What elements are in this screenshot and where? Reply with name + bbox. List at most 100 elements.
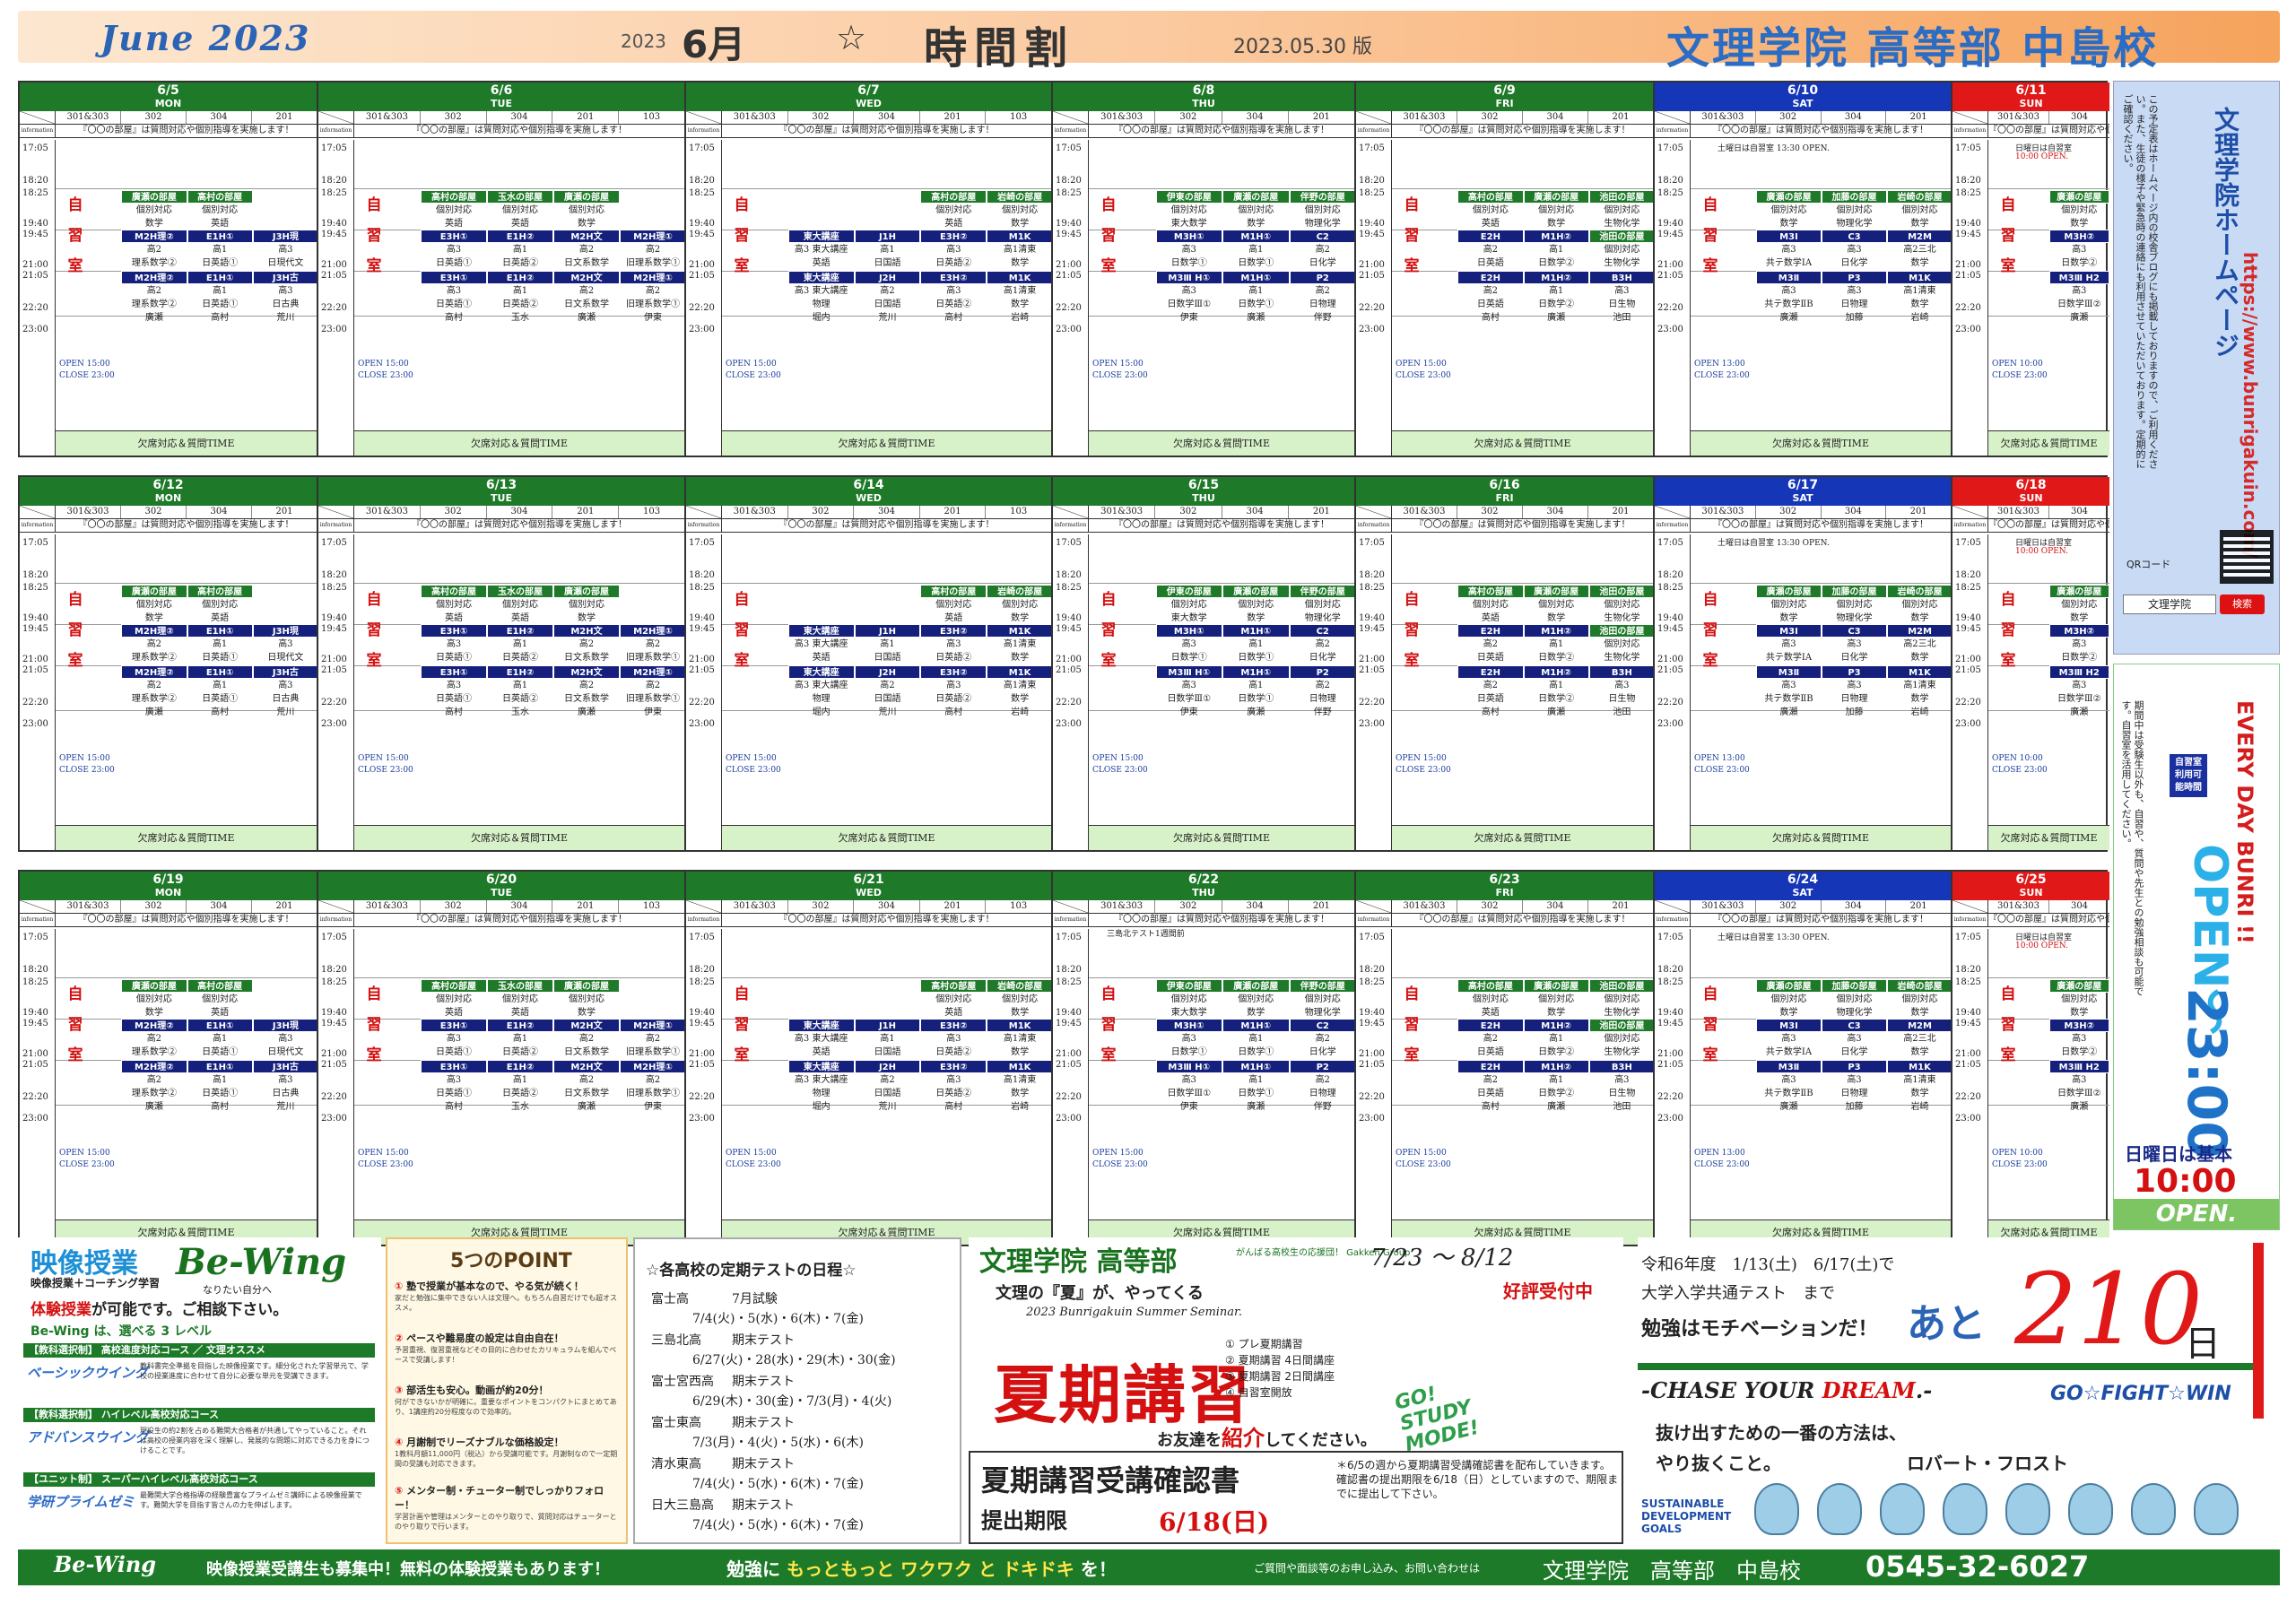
class-line: 英語 (1481, 613, 1500, 623)
class-line: 日数学Ⅲ① (1167, 694, 1212, 704)
corner-cell (1952, 900, 1988, 913)
grid-line (1392, 583, 1653, 584)
day-header: 6/13 TUE (318, 477, 684, 506)
room-label: 103 (643, 507, 661, 516)
class-line: 日物理 (1840, 694, 1868, 704)
countdown-panel: 令和6年度 1/13(土) 6/17(土)で 大学入学共通テスト まで 勉強はモ… (1638, 1237, 2280, 1544)
time-label: 23:00 (689, 325, 715, 334)
room-label: 304 (854, 506, 920, 518)
class-line: 日数学Ⅲ① (1167, 1089, 1212, 1098)
class-header: M2H理① (620, 1060, 684, 1073)
class-line: 英語 (1481, 219, 1500, 229)
class-line: 高1 (1248, 245, 1264, 255)
class-cell: M3Ⅲ H2 高3 日数学Ⅲ② 廣瀬 (2048, 1060, 2109, 1114)
time-column: 17:05 18:20 18:25 19:40 19:45 21:00 21:05 22:20… (1655, 140, 1691, 456)
grid-line (56, 583, 317, 584)
class-line: 玉水 (511, 1102, 529, 1112)
self-study-char: 自 (1702, 591, 1718, 609)
room-label: 201 (1909, 507, 1927, 516)
class-line: 日物理 (1309, 299, 1336, 309)
class-header: M1H② (1523, 1060, 1589, 1073)
class-line: 日数学② (1538, 1089, 1575, 1098)
class-line: 高3 (278, 1034, 293, 1044)
open-time: OPEN 13:00 (1694, 1149, 1745, 1158)
time-label: 22:20 (1359, 698, 1385, 707)
class-cell: M1H② 高1 日数学② 廣瀬 (1523, 271, 1589, 325)
time-label: 21:00 (22, 655, 48, 664)
class-line: 廣瀬 (1547, 707, 1566, 717)
class-line: 高3 (1847, 639, 1862, 649)
open-time: OPEN 15:00 (59, 754, 110, 763)
class-line: 日国語 (874, 299, 901, 309)
class-header: M2H理① (620, 230, 684, 243)
countdown-unit: 日 (2185, 1324, 2221, 1365)
class-line: 数学 (1247, 1008, 1265, 1018)
open-time: OPEN 15:00 (59, 1149, 110, 1158)
class-line: 個別対応 (1238, 600, 1274, 610)
time-column: 17:05 18:20 18:25 19:40 19:45 21:00 21:05 22:20… (318, 534, 354, 850)
class-header: 廣瀬の部屋 (2048, 190, 2109, 204)
class-line: 伊東 (1179, 707, 1198, 717)
class-cell: E1H① 高1 日英語① 高村 (187, 271, 253, 325)
class-header: E1H② (487, 271, 553, 284)
class-cell: M2H理② 高2 理系数学② 廣瀬 (121, 1060, 187, 1114)
search-input[interactable]: 文理学院 (2123, 595, 2216, 614)
class-line: 個別対応 (1836, 994, 1873, 1004)
class-line: 日数学② (1538, 653, 1575, 663)
class-cell: M1H① 高1 日数学① 廣瀬 (1222, 665, 1290, 719)
class-header: 高村の部屋 (421, 190, 487, 204)
time-label: 22:20 (1657, 303, 1683, 313)
room-row: 301&303 302 304 201 (1053, 111, 1354, 125)
invite-post: してください。 (1265, 1431, 1377, 1450)
info-label: information (318, 519, 354, 532)
class-cell: M1K 高1清東数学岩崎 (1887, 271, 1951, 325)
search-button[interactable]: 検索 (2220, 595, 2265, 614)
day-body: 17:05 18:20 18:25 19:40 19:45 21:00 21:05 22:20… (1952, 534, 2109, 850)
time-label: 18:25 (1359, 977, 1385, 987)
header-month-en: June 2023 (100, 18, 311, 58)
day-body: 17:05 18:20 18:25 19:40 19:45 21:00 21:05 22:20… (1053, 534, 1354, 850)
class-header: M2H理① (620, 271, 684, 284)
class-line: 数学 (1910, 1047, 1929, 1057)
test-dates: 7/4(火)・5(水)・6(木)・7(金) (692, 1312, 864, 1326)
time-label: 19:45 (1657, 230, 1683, 239)
day-name: TUE (491, 98, 512, 109)
footer-phone-link[interactable]: 0545-32-6027 (1866, 1549, 2089, 1584)
self-study-room-label: 自習室 (1694, 585, 1726, 676)
class-cell: M3Ⅱ 高3 共テ数学ⅡB 廣瀬 (1756, 1060, 1822, 1114)
class-cell: M1K 高1清東数学岩崎 (1887, 1060, 1951, 1114)
class-line: 個別対応 (502, 205, 538, 215)
website-url-link[interactable]: https://www.bunrigakuin.com/ (2239, 252, 2261, 558)
room-label: 302 (1457, 506, 1523, 518)
time-label: 23:00 (1955, 1114, 1981, 1124)
time-label: 21:05 (22, 665, 48, 675)
class-line: 個別対応 (135, 205, 172, 215)
class-line: 個別対応 (1901, 600, 1938, 610)
day-column: 6/25 SUN 301&303 304 information 『〇〇の部屋』は質問対応… (1952, 872, 2109, 1245)
class-line: 英語 (812, 1047, 831, 1057)
grid-line (1392, 188, 1653, 189)
time-label: 17:05 (1359, 538, 1385, 548)
class-line: 高3 東大講座 (794, 286, 848, 296)
mascot-icon (2194, 1483, 2239, 1535)
absence-question-time: 欠席対応＆質問TIME (722, 430, 1051, 456)
room-row: 301&303 302 304 201 (1053, 506, 1354, 519)
class-line: 高3 (946, 1034, 961, 1044)
point-item: ⑤ メンター制・チューター制でしっかりフォロー！ 学習計画や管理はメンターとのや… (395, 1483, 622, 1532)
class-cell: M1H① 高1 日数学① 廣瀬 (1222, 1060, 1290, 1114)
class-header: M3Ⅰ (1756, 624, 1822, 638)
time-column: 17:05 18:20 18:25 19:40 19:45 21:00 21:05 22:20… (686, 140, 722, 456)
class-line: 日英語 (1476, 299, 1504, 309)
time-label: 23:00 (1359, 325, 1385, 334)
class-header: E3H② (920, 1060, 987, 1073)
class-line: 生物化学 (1604, 258, 1640, 268)
class-line: 日現代文 (267, 653, 304, 663)
day-header: 6/21 WED (686, 872, 1051, 900)
info-label: information (1952, 519, 1988, 532)
class-header: 池田の部屋 (1588, 190, 1653, 204)
grid-line (1089, 977, 1354, 978)
open-close-info: OPEN 15:00 CLOSE 23:00 (1396, 359, 1451, 382)
room-label: 201 (1312, 901, 1330, 911)
qr-code-icon[interactable] (2220, 530, 2274, 584)
self-study-char: 自 (366, 985, 382, 1003)
